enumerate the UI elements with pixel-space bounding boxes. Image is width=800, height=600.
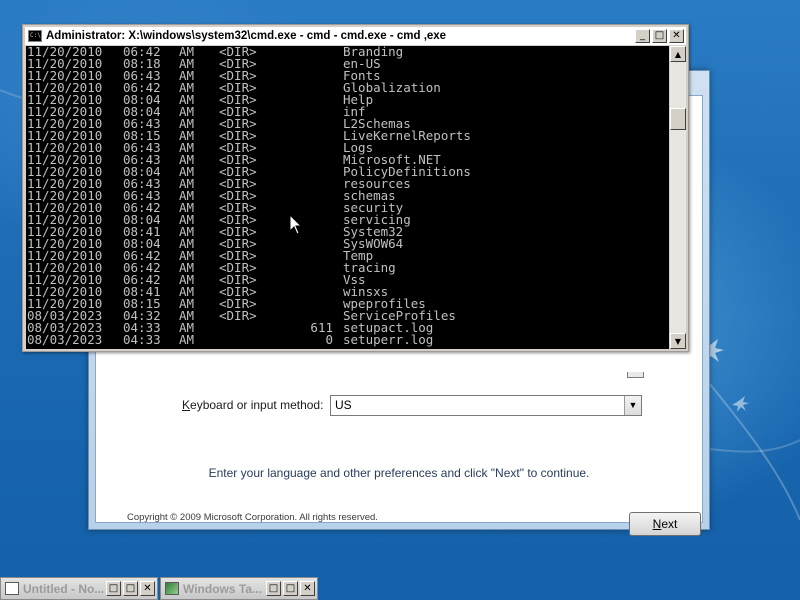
line-size	[289, 58, 333, 70]
keyboard-label: Keyboard or input method:	[182, 398, 330, 412]
next-button[interactable]: Next	[629, 512, 701, 536]
maximize-button[interactable]: □	[652, 29, 667, 43]
console-line: 08/03/2023 04:33 AM 0 setuperr.log	[27, 332, 669, 347]
scroll-up-icon[interactable]: ▲	[670, 46, 686, 62]
close-button[interactable]: ✕	[300, 581, 315, 596]
next-button-label: ext	[661, 517, 678, 531]
close-button[interactable]: ✕	[140, 581, 155, 596]
line-size	[289, 154, 333, 166]
line-size	[289, 166, 333, 178]
line-size	[289, 106, 333, 118]
scroll-down-icon[interactable]: ▼	[670, 333, 686, 349]
cmd-window[interactable]: C:\ Administrator: X:\windows\system32\c…	[22, 24, 689, 352]
copyright-text: Copyright © 2009 Microsoft Corporation. …	[127, 512, 378, 523]
keyboard-select[interactable]: US ▼	[330, 394, 642, 416]
line-date: 08/03/2023	[27, 332, 103, 347]
minimized-window-label: Windows Ta...	[183, 581, 263, 596]
task-manager-icon	[165, 582, 179, 595]
vertical-scrollbar[interactable]: ▲ ▼	[670, 46, 686, 349]
minimized-window-task-manager[interactable]: Windows Ta... □ □ ✕	[160, 577, 318, 600]
keyboard-label-accel: K	[182, 398, 191, 412]
line-name: setuperr.log	[343, 332, 434, 347]
line-type	[219, 334, 289, 346]
minimized-window-notepad[interactable]: Untitled - No... □ □ ✕	[0, 577, 158, 600]
restore-button[interactable]: □	[106, 581, 121, 596]
keyboard-select-value: US	[335, 397, 352, 412]
line-size	[289, 202, 333, 214]
scrollbar-thumb[interactable]	[670, 108, 686, 130]
minimize-button[interactable]: _	[635, 29, 650, 43]
line-size	[289, 70, 333, 82]
console-output[interactable]: 11/20/2010 06:42 AM <DIR> Branding 11/20/2010…	[26, 46, 669, 349]
instruction-text: Enter your language and other preference…	[208, 466, 590, 480]
cmd-window-title: Administrator: X:\windows\system32\cmd.e…	[46, 30, 447, 42]
line-size	[289, 94, 333, 106]
keyboard-label-text: eyboard or input method:	[190, 398, 324, 412]
line-time: 04:33	[123, 332, 161, 347]
mouse-cursor-icon	[289, 214, 303, 235]
line-type	[219, 322, 289, 334]
time-format-dropdown-partial[interactable]	[627, 372, 644, 378]
line-size: 0	[325, 332, 333, 347]
console-icon: C:\	[28, 30, 42, 42]
maximize-button[interactable]: □	[123, 581, 138, 596]
line-size	[289, 274, 333, 286]
console-lines: 11/20/2010 06:42 AM <DIR> Branding 11/20/2010…	[26, 46, 669, 346]
minimized-window-label: Untitled - No...	[23, 581, 105, 596]
restore-button[interactable]: □	[266, 581, 281, 596]
line-size	[289, 82, 333, 94]
line-size	[289, 46, 333, 58]
line-size	[289, 190, 333, 202]
cmd-title-bar[interactable]: C:\ Administrator: X:\windows\system32\c…	[25, 27, 686, 45]
line-ampm: AM	[179, 332, 195, 347]
maximize-button[interactable]: □	[283, 581, 298, 596]
chevron-down-icon[interactable]: ▼	[624, 395, 641, 415]
keyboard-row: Keyboard or input method: US ▼	[182, 394, 642, 416]
line-size	[289, 262, 333, 274]
line-size	[289, 118, 333, 130]
line-size	[289, 130, 333, 142]
line-size	[289, 178, 333, 190]
next-button-accel: N	[652, 517, 662, 531]
line-size	[289, 250, 333, 262]
line-size	[289, 298, 333, 310]
notepad-icon	[5, 582, 19, 595]
line-size	[289, 238, 333, 250]
line-size	[289, 142, 333, 154]
line-size	[289, 286, 333, 298]
line-type: <DIR>	[219, 308, 257, 323]
close-button[interactable]: ✕	[669, 29, 684, 43]
